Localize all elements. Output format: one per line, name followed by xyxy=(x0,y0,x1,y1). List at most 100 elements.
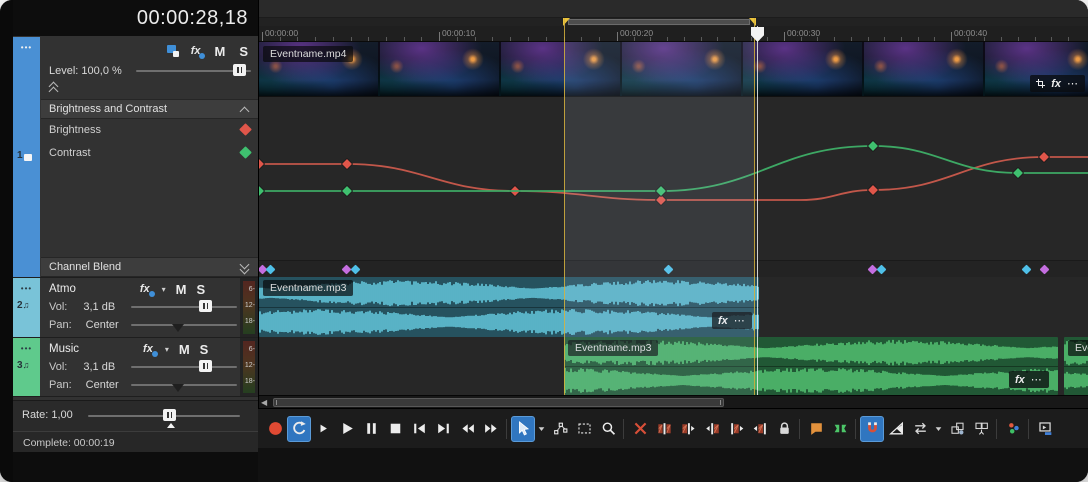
pan-center-marker[interactable] xyxy=(172,384,184,392)
vol-value[interactable]: 3,1 dB xyxy=(83,301,115,313)
scroll-left-arrow-icon[interactable]: ◀ xyxy=(261,398,267,407)
track-handle-dots[interactable]: ••• xyxy=(13,284,40,293)
playback-range-bar[interactable] xyxy=(568,19,750,25)
vol-value[interactable]: 3,1 dB xyxy=(83,361,115,373)
track-handle-dots[interactable]: ••• xyxy=(13,344,40,353)
record-button[interactable] xyxy=(263,416,287,442)
keyframe-row[interactable] xyxy=(259,260,1088,277)
fx-menu-caret-icon[interactable]: ▾ xyxy=(165,345,169,354)
loop-playback-button[interactable] xyxy=(287,416,311,442)
snap-button[interactable] xyxy=(860,416,884,442)
trim-start-button[interactable] xyxy=(676,416,700,442)
fx-badge[interactable]: fx xyxy=(1015,374,1025,386)
more-icon[interactable]: ⋯ xyxy=(1031,373,1043,386)
zoom-tool-button[interactable] xyxy=(596,416,620,442)
green-keyframe-diamond[interactable] xyxy=(341,185,352,196)
pan-center-marker[interactable] xyxy=(172,324,184,332)
set-marker-button[interactable] xyxy=(804,416,828,442)
audio-clip-badges[interactable]: fx⋯ xyxy=(712,312,752,329)
green-curve[interactable] xyxy=(259,146,1088,191)
track-mute-button[interactable]: M xyxy=(179,342,190,357)
horizontal-scrollbar[interactable]: ◀ xyxy=(259,395,1088,408)
split-object-button[interactable] xyxy=(652,416,676,442)
pan-slider[interactable] xyxy=(131,324,237,326)
takes-button[interactable] xyxy=(1001,416,1025,442)
track1-solo-button[interactable]: S xyxy=(239,44,248,59)
scrollbar-thumb[interactable] xyxy=(273,398,724,407)
green-keyframe-diamond[interactable] xyxy=(867,140,878,151)
track-mute-button[interactable]: M xyxy=(176,282,187,297)
audio-clip-label[interactable]: Eventname.mp3 xyxy=(263,280,353,296)
track-music-strip[interactable]: ••• 3♫ xyxy=(13,338,40,396)
video-clip-badges[interactable]: fx ⋯ xyxy=(1030,75,1085,92)
play-button[interactable] xyxy=(335,416,359,442)
audio-clip-label[interactable]: Eventname.mp3 xyxy=(568,340,658,356)
select-tool-button[interactable] xyxy=(511,416,535,442)
loop-mode-button[interactable] xyxy=(908,416,932,442)
vol-slider-handle[interactable] xyxy=(199,360,212,372)
delete-object-button[interactable] xyxy=(628,416,652,442)
selection-end-line[interactable] xyxy=(754,18,755,395)
red-keyframe-diamond[interactable] xyxy=(259,158,265,169)
red-curve[interactable] xyxy=(259,157,1088,200)
track1-strip[interactable]: ••• 1 xyxy=(13,37,40,277)
audio-clip[interactable]: Eventname.mp3 xyxy=(1064,337,1088,395)
fast-forward-button[interactable] xyxy=(479,416,503,442)
timeline[interactable]: 00:00:0000:00:1000:00:2000:00:3000:00:40… xyxy=(258,0,1088,408)
pause-button[interactable] xyxy=(359,416,383,442)
red-keyframe-diamond[interactable] xyxy=(341,158,352,169)
video-clip-label[interactable]: Eventname.mp4 xyxy=(263,46,353,62)
section-brightness-contrast[interactable]: Brightness and Contrast xyxy=(41,99,258,119)
time-ruler[interactable]: 00:00:0000:00:1000:00:2000:00:3000:00:40 xyxy=(259,26,1088,42)
green-keyframe-diamond[interactable] xyxy=(1012,167,1023,178)
level-slider-handle[interactable] xyxy=(233,64,246,76)
red-keyframe-diamond[interactable] xyxy=(867,184,878,195)
keyframe-marker[interactable] xyxy=(877,265,887,275)
section-channel-blend[interactable]: Channel Blend xyxy=(41,257,258,277)
jump-end-button[interactable] xyxy=(431,416,455,442)
audio-clip-label[interactable]: Eventname.mp3 xyxy=(1068,340,1088,356)
track-solo-button[interactable]: S xyxy=(200,342,209,357)
jump-start-button[interactable] xyxy=(407,416,431,442)
playhead-line[interactable] xyxy=(757,26,758,395)
track-solo-button[interactable]: S xyxy=(196,282,205,297)
pan-value[interactable]: Center xyxy=(86,379,119,391)
fx-menu-caret-icon[interactable]: ▾ xyxy=(162,285,166,294)
pan-value[interactable]: Center xyxy=(86,319,119,331)
ungroup-objects-button[interactable] xyxy=(969,416,993,442)
marquee-tool-button[interactable] xyxy=(572,416,596,442)
selection-start-line[interactable] xyxy=(564,18,565,395)
lock-object-button[interactable] xyxy=(772,416,796,442)
audio-clip-badges[interactable]: fx ⋯ xyxy=(1009,371,1049,388)
track1-fx-icon[interactable]: fx xyxy=(191,45,201,57)
stop-button[interactable] xyxy=(383,416,407,442)
expand-down-icon[interactable] xyxy=(241,261,248,268)
audio-clip[interactable]: Eventname.mp3 xyxy=(564,337,1058,395)
track-atmo-strip[interactable]: ••• 2♫ xyxy=(13,278,40,337)
track-fx-icon[interactable]: fx xyxy=(143,343,153,355)
keyframe-marker[interactable] xyxy=(1022,265,1032,275)
fx-badge[interactable]: fx xyxy=(1051,78,1061,90)
keyframe-display-icon[interactable] xyxy=(167,45,179,57)
vol-slider[interactable] xyxy=(131,306,237,308)
remove-start-button[interactable] xyxy=(724,416,748,442)
track-fx-icon[interactable]: fx xyxy=(140,283,150,295)
range-markers-button[interactable] xyxy=(828,416,852,442)
loop-mode-menu-icon[interactable] xyxy=(932,416,945,442)
object-editor-button[interactable] xyxy=(1033,416,1057,442)
automation-curves-area[interactable] xyxy=(259,96,1088,260)
select-tool-menu-icon[interactable] xyxy=(535,416,548,442)
red-keyframe-diamond[interactable] xyxy=(1038,151,1049,162)
rewind-button[interactable] xyxy=(455,416,479,442)
green-keyframe-diamond[interactable] xyxy=(259,185,265,196)
more-icon[interactable]: ⋯ xyxy=(734,314,746,327)
track1-mute-button[interactable]: M xyxy=(214,44,225,59)
video-track[interactable]: Eventname.mp4 fx ⋯ xyxy=(259,42,1088,96)
keyframe-marker[interactable] xyxy=(266,265,276,275)
range-row[interactable] xyxy=(259,18,1088,26)
group-objects-button[interactable] xyxy=(945,416,969,442)
rate-slider-handle[interactable] xyxy=(163,409,176,421)
keyframe-marker[interactable] xyxy=(1040,265,1050,275)
wedge-tool-button[interactable] xyxy=(884,416,908,442)
curve-tool-button[interactable] xyxy=(548,416,572,442)
